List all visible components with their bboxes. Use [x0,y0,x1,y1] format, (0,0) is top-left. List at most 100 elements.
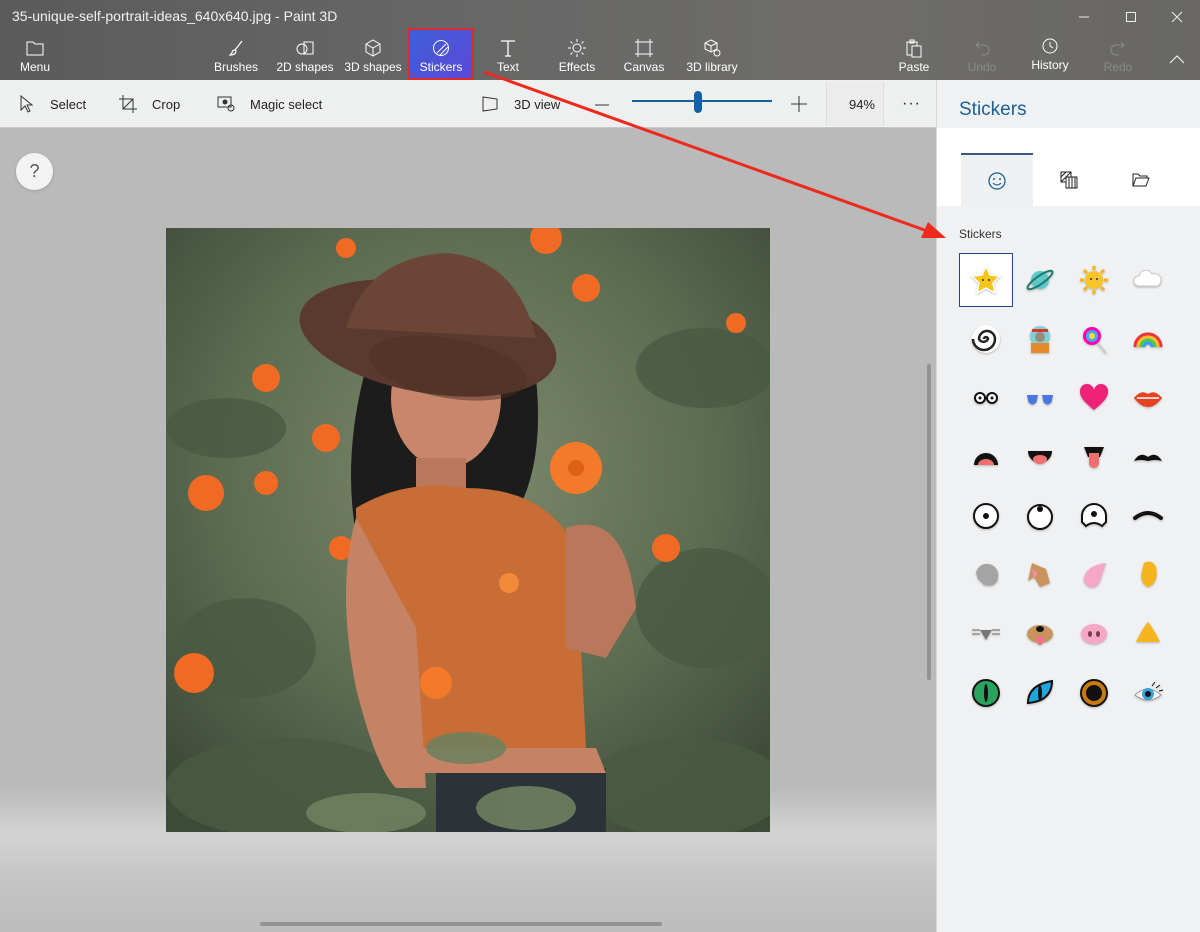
heart-sticker-icon [1079,383,1109,410]
sticker-ear-yellow[interactable] [1121,548,1175,602]
tab-stickers[interactable] [961,153,1033,206]
sticker-ear-pink[interactable] [1067,548,1121,602]
zoom-percent[interactable]: 94% [826,82,884,126]
sticker-cloud[interactable] [1121,253,1175,307]
tool-label: Stickers [419,60,463,74]
history-button[interactable]: History [1026,32,1074,78]
sticker-planet[interactable] [1013,253,1067,307]
eye-lashes-sticker-icon [1134,681,1164,701]
planet-sticker-icon [1026,269,1054,291]
cat-astronaut-sticker-icon [1030,326,1050,353]
redo-button[interactable]: Redo [1100,34,1136,80]
lollipop-sticker-icon [1083,327,1107,354]
tab-textures[interactable] [1033,153,1105,206]
crop-button[interactable]: Crop [118,80,180,128]
undo-label: Undo [967,60,997,74]
canvas-image[interactable] [166,228,770,832]
ear-dog-sticker-icon [1028,563,1050,587]
sticker-ear-gray[interactable] [959,548,1013,602]
sticker-tongue[interactable] [1067,430,1121,484]
sticker-smile-mouth[interactable] [1013,430,1067,484]
chevron-up-icon [1169,55,1185,64]
tool-label: 3D shapes [344,60,402,74]
magic-select-button[interactable]: Magic select [216,80,322,128]
star-sticker-icon [970,264,1002,295]
sun-sticker-icon [1080,266,1108,294]
sticker-star[interactable] [959,253,1013,307]
tool-text[interactable]: Text [488,34,528,80]
eyebrow-sticker-icon [1133,511,1163,520]
close-button[interactable] [1154,4,1200,30]
tool-label: Brushes [213,60,259,74]
sticker-mustache[interactable] [1121,430,1175,484]
ear-gray-sticker-icon [976,563,999,586]
sticker-nose-pig[interactable] [1067,607,1121,661]
help-button[interactable]: ? [16,153,53,190]
zoom-slider-thumb[interactable] [693,91,702,113]
minimize-icon [1079,16,1089,18]
tool-stickers[interactable]: Stickers [408,28,474,80]
sticker-eye-worried[interactable] [1067,489,1121,543]
select-button[interactable]: Select [16,80,86,128]
paste-button[interactable]: Paste [896,34,932,80]
sticker-lollipop[interactable] [1067,312,1121,366]
tool-brushes[interactable]: Brushes [208,34,264,80]
panel-title: Stickers [959,99,1027,120]
minimize-button[interactable] [1061,4,1107,30]
sticker-cat-astronaut[interactable] [1013,312,1067,366]
cloud-sticker-icon [1133,269,1162,287]
sticker-nose-mouse[interactable] [959,607,1013,661]
3d-library-icon [701,37,723,59]
eye-cat-green-sticker-icon [972,679,1000,707]
sticker-eye-up[interactable] [1013,489,1067,543]
sticker-sunglasses[interactable] [1013,371,1067,425]
sticker-lips[interactable] [1121,371,1175,425]
tool-3d-library[interactable]: 3D library [684,34,740,80]
panel-tabs [937,128,1200,206]
undo-button[interactable]: Undo [964,34,1000,80]
tool-canvas[interactable]: Canvas [620,34,668,80]
mustache-sticker-icon [1134,454,1162,461]
magic-select-icon [216,94,236,114]
vertical-scrollbar[interactable] [927,364,931,680]
maximize-button[interactable] [1108,4,1154,30]
sticker-sun[interactable] [1067,253,1121,307]
menu-label: Menu [19,60,51,74]
zoom-slider-track[interactable] [632,100,772,102]
tool-effects[interactable]: Effects [554,34,600,80]
sticker-eye-cat-green[interactable] [959,666,1013,720]
more-options-button[interactable]: ··· [902,80,921,128]
collapse-ribbon-button[interactable] [1154,46,1200,72]
history-icon [1039,35,1061,57]
3d-view-button[interactable]: 3D view [480,80,560,128]
tab-custom[interactable] [1105,153,1177,206]
zoom-in-button[interactable] [790,80,808,128]
sunglasses-sticker-icon [1027,395,1053,405]
title-bar: 35-unique-self-portrait-ideas_640x640.jp… [0,0,1200,80]
sticker-spiral[interactable] [959,312,1013,366]
tool-2d-shapes[interactable]: 2D shapes [274,34,336,80]
tool-3d-shapes[interactable]: 3D shapes [342,34,404,80]
sticker-eye-cat-blue[interactable] [1013,666,1067,720]
sticker-nose-dog[interactable] [1013,607,1067,661]
undo-icon [971,37,993,59]
tongue-sticker-icon [1084,447,1104,468]
menu-button[interactable]: Menu [14,34,56,80]
sticker-nose-bird[interactable] [1121,607,1175,661]
tool-label: 2D shapes [276,60,334,74]
sticker-eye-lashes[interactable] [1121,666,1175,720]
sticker-rainbow[interactable] [1121,312,1175,366]
cursor-icon [16,94,36,114]
sticker-eye-center[interactable] [959,489,1013,543]
sticker-ear-dog[interactable] [1013,548,1067,602]
sticker-glasses[interactable] [959,371,1013,425]
sticker-open-mouth[interactable] [959,430,1013,484]
nose-pig-sticker-icon [1081,624,1107,644]
section-label: Stickers [959,227,1002,241]
sticker-heart[interactable] [1067,371,1121,425]
horizontal-scrollbar[interactable] [260,922,662,926]
ear-yellow-sticker-icon [1141,561,1157,587]
zoom-out-button[interactable] [594,80,610,128]
sticker-eye-orange[interactable] [1067,666,1121,720]
sticker-eyebrow[interactable] [1121,489,1175,543]
